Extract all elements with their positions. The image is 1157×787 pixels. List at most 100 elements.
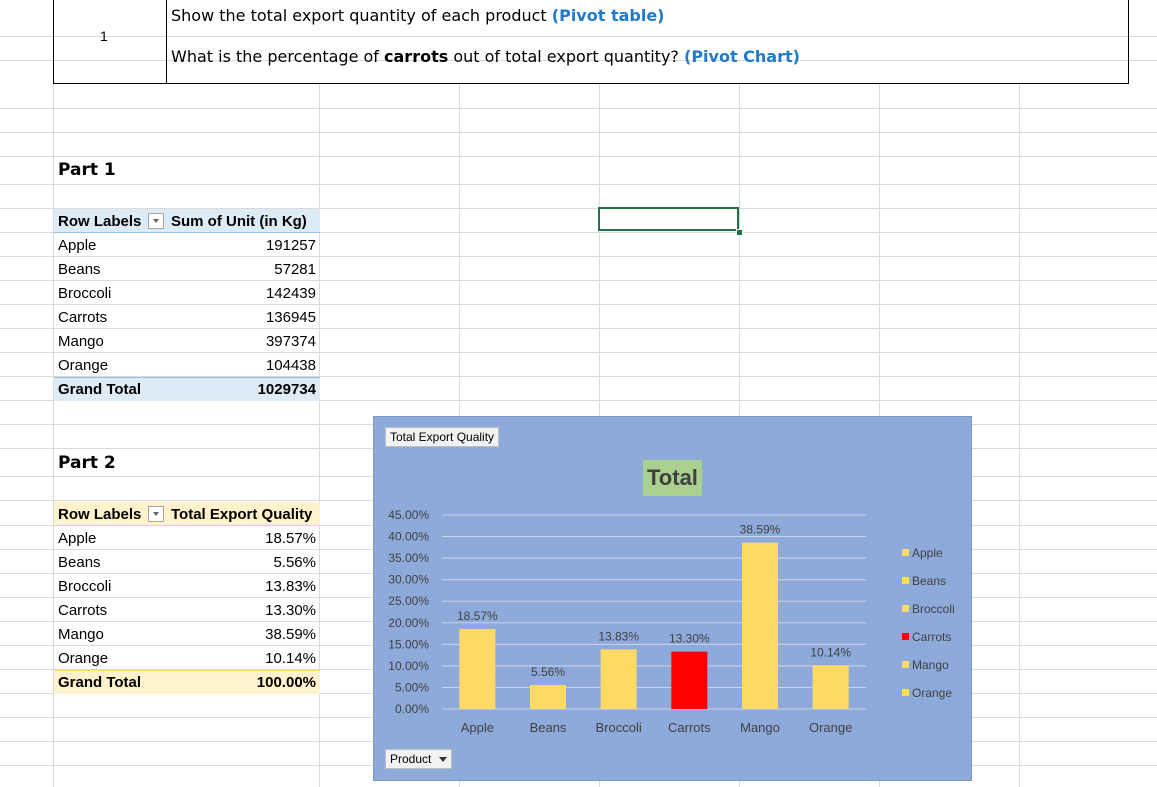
selected-cell[interactable] — [598, 207, 739, 231]
legend-swatch — [902, 661, 909, 668]
pivot-table-tag: (Pivot table) — [551, 6, 665, 25]
question-2-text-pre: What is the percentage of — [171, 47, 385, 66]
pivot2-row-value[interactable]: 5.56% — [273, 554, 316, 571]
header-border-right — [1128, 0, 1129, 84]
chart-plot-area[interactable]: 0.00% 5.00% 10.00% 15.00% 20.00% 25.00% 30.00%… — [374, 417, 973, 782]
legend-label: Apple — [912, 546, 943, 560]
pivot2-row-value[interactable]: 13.30% — [265, 602, 316, 619]
data-label: 13.30% — [669, 632, 710, 646]
legend-label: Orange — [912, 686, 953, 700]
pivot2-filter-dropdown-icon[interactable] — [148, 506, 164, 522]
pivot1-row-label[interactable]: Broccoli — [58, 285, 111, 302]
data-label: 10.14% — [810, 645, 851, 659]
y-tick-label: 45.00% — [388, 508, 429, 522]
pivot1-row-label[interactable]: Beans — [58, 261, 101, 278]
pivot2-row-label[interactable]: Beans — [58, 554, 101, 571]
pivot1-row-label[interactable]: Mango — [58, 333, 104, 350]
pivot1-row-value[interactable]: 136945 — [266, 309, 316, 326]
pivot1-row-value[interactable]: 57281 — [274, 261, 316, 278]
pivot1-row-label[interactable]: Carrots — [58, 309, 107, 326]
legend-swatch — [902, 633, 909, 640]
question-2-text-post: out of total export quantity? — [448, 47, 684, 66]
x-tick-label: Orange — [809, 720, 852, 735]
chevron-down-icon — [438, 757, 447, 762]
pivot-chart-tag: (Pivot Chart) — [684, 47, 800, 66]
pivot2-value-header[interactable]: Total Export Quality — [171, 506, 312, 523]
y-tick-label: 25.00% — [388, 594, 429, 608]
pivot1-row-labels-header[interactable]: Row Labels — [58, 213, 141, 230]
legend-label: Carrots — [912, 630, 952, 644]
legend-item[interactable]: Carrots — [902, 630, 951, 644]
legend-item[interactable]: Broccoli — [902, 602, 955, 616]
bar-beans[interactable] — [530, 685, 566, 709]
y-tick-label: 5.00% — [395, 680, 429, 694]
pivot2-row-label[interactable]: Mango — [58, 626, 104, 643]
legend-label: Broccoli — [912, 602, 955, 616]
chart-axis-field-button[interactable]: Product — [385, 749, 452, 769]
pivot1-grand-total-label[interactable]: Grand Total — [58, 381, 141, 398]
legend-label: Beans — [912, 574, 947, 588]
pivot2-grand-total-value[interactable]: 100.00% — [257, 674, 316, 691]
legend-swatch — [902, 605, 909, 612]
legend-label: Mango — [912, 658, 949, 672]
bar-carrots[interactable] — [671, 651, 708, 709]
pivot2-row-label[interactable]: Apple — [58, 530, 96, 547]
pivot2-row-label[interactable]: Orange — [58, 650, 108, 667]
legend-item[interactable]: Orange — [902, 686, 952, 700]
header-border-mid — [166, 0, 167, 84]
question-line-2[interactable]: What is the percentage of carrots out of… — [171, 47, 800, 66]
x-tick-label: Mango — [740, 720, 780, 735]
part2-title: Part 2 — [58, 453, 116, 473]
pivot1-row-value[interactable]: 191257 — [266, 237, 316, 254]
x-tick-label: Apple — [461, 720, 494, 735]
header-border-bottom — [53, 83, 1129, 84]
fill-handle[interactable] — [736, 229, 743, 236]
bar-apple[interactable] — [459, 628, 496, 709]
legend-item[interactable]: Mango — [902, 658, 949, 672]
legend-swatch — [902, 577, 909, 584]
pivot2-row-labels-header[interactable]: Row Labels — [58, 506, 141, 523]
legend-swatch — [902, 689, 909, 696]
legend-item[interactable]: Beans — [902, 574, 946, 588]
pivot1-row-value[interactable]: 142439 — [266, 285, 316, 302]
bar-orange[interactable] — [812, 665, 849, 709]
pivot2-row-value[interactable]: 18.57% — [265, 530, 316, 547]
y-tick-label: 20.00% — [388, 616, 429, 630]
data-label: 13.83% — [598, 629, 639, 643]
pivot1-filter-dropdown-icon[interactable] — [148, 213, 164, 229]
legend-swatch — [902, 549, 909, 556]
pivot-chart[interactable]: Total Export Quality Total 0.00% 5.00% 10.… — [373, 416, 972, 781]
pivot2-row-value[interactable]: 38.59% — [265, 626, 316, 643]
pivot1-grand-total-value[interactable]: 1029734 — [258, 381, 316, 398]
pivot1-row-value[interactable]: 104438 — [266, 357, 316, 374]
pivot2-row-value[interactable]: 13.83% — [265, 578, 316, 595]
data-label: 38.59% — [740, 523, 781, 537]
pivot1-row-label[interactable]: Orange — [58, 357, 108, 374]
pivot2-row-value[interactable]: 10.14% — [265, 650, 316, 667]
pivot2-grand-total-label[interactable]: Grand Total — [58, 674, 141, 691]
question-line-1[interactable]: Show the total export quantity of each p… — [171, 6, 665, 25]
x-tick-label: Beans — [530, 720, 567, 735]
bar-broccoli[interactable] — [600, 649, 637, 709]
bar-mango[interactable] — [742, 542, 778, 709]
pivot1-row-label[interactable]: Apple — [58, 237, 96, 254]
y-tick-label: 40.00% — [388, 530, 429, 544]
pivot2-row-label[interactable]: Carrots — [58, 602, 107, 619]
question-number: 1 — [100, 28, 108, 44]
data-label: 5.56% — [531, 665, 565, 679]
y-tick-label: 10.00% — [388, 659, 429, 673]
legend-item[interactable]: Apple — [902, 546, 943, 560]
pivot2-row-label[interactable]: Broccoli — [58, 578, 111, 595]
x-tick-label: Carrots — [668, 720, 711, 735]
y-tick-label: 15.00% — [388, 637, 429, 651]
header-border-left — [53, 0, 54, 84]
question-2-bold: carrots — [384, 47, 449, 66]
question-1-text: Show the total export quantity of each p… — [171, 6, 552, 25]
y-tick-label: 0.00% — [395, 702, 429, 716]
pivot1-value-header[interactable]: Sum of Unit (in Kg) — [171, 213, 307, 230]
x-tick-label: Broccoli — [596, 720, 642, 735]
y-tick-label: 35.00% — [388, 551, 429, 565]
chart-axis-field-label: Product — [390, 752, 432, 766]
y-tick-label: 30.00% — [388, 573, 429, 587]
pivot1-row-value[interactable]: 397374 — [266, 333, 316, 350]
